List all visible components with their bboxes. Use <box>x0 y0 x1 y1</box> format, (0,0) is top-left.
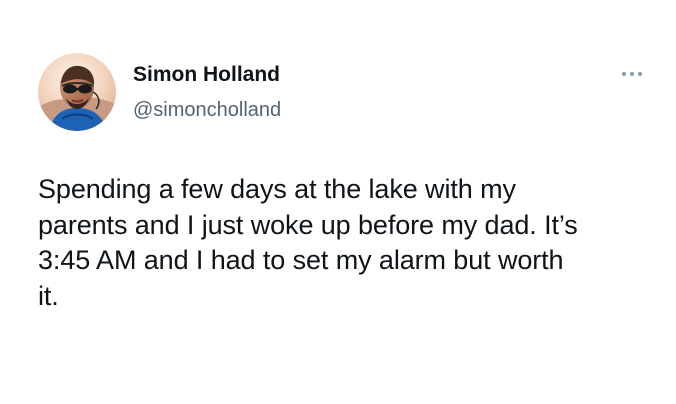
author-display-name[interactable]: Simon Holland <box>133 62 280 88</box>
more-horizontal-icon <box>622 72 642 76</box>
author-avatar[interactable] <box>38 53 116 131</box>
author-handle[interactable]: @simoncholland <box>133 97 281 123</box>
more-options-button[interactable] <box>618 64 646 84</box>
tweet-text: Spending a few days at the lake with my … <box>38 174 578 311</box>
profile-photo-icon <box>38 53 116 131</box>
tweet-card: Simon Holland @simoncholland Spending a … <box>0 0 676 404</box>
